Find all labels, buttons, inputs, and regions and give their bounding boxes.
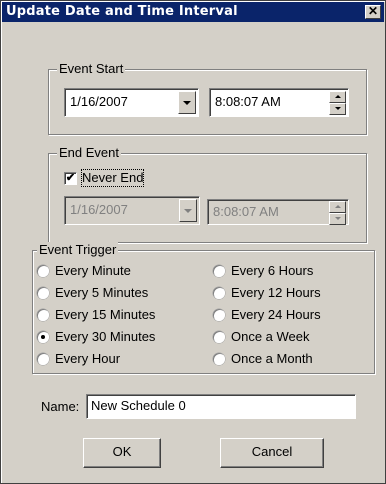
never-end-label[interactable]: Never End bbox=[80, 169, 145, 187]
spin-down-button[interactable] bbox=[329, 103, 346, 115]
arrow-up-icon bbox=[334, 95, 341, 98]
radio-label-every-6-hours[interactable]: Every 6 Hours bbox=[231, 263, 313, 279]
radio-label-once-a-month[interactable]: Once a Month bbox=[231, 351, 313, 367]
end-event-group: End Event ✔ Never End 1/16/2007 8:08:07 … bbox=[48, 145, 367, 243]
spin-up-button[interactable] bbox=[329, 91, 346, 103]
event-trigger-group: Event Trigger Every Minute Every 5 Minut… bbox=[32, 242, 375, 374]
radio-once-a-week[interactable] bbox=[213, 331, 225, 343]
radio-label-every-hour[interactable]: Every Hour bbox=[55, 351, 120, 367]
arrow-down-icon bbox=[334, 217, 341, 220]
arrow-up-icon bbox=[334, 205, 341, 208]
radio-every-24-hours[interactable] bbox=[213, 309, 225, 321]
cancel-button[interactable]: Cancel bbox=[220, 438, 324, 468]
window-title: Update Date and Time Interval bbox=[6, 4, 238, 19]
name-label: Name: bbox=[41, 399, 80, 414]
radio-every-30-minutes[interactable] bbox=[37, 331, 49, 343]
chevron-down-icon bbox=[183, 100, 191, 105]
radio-label-every-24-hours[interactable]: Every 24 Hours bbox=[231, 307, 321, 323]
radio-every-5-minutes[interactable] bbox=[37, 287, 49, 299]
event-start-legend: Event Start bbox=[57, 61, 126, 77]
dialog-window: Update Date and Time Interval ✕ Event St… bbox=[0, 0, 386, 484]
event-start-time-field[interactable]: 8:08:07 AM bbox=[209, 88, 349, 117]
spin-up-button[interactable] bbox=[329, 201, 346, 213]
arrow-down-icon bbox=[334, 107, 341, 110]
radio-label-every-12-hours[interactable]: Every 12 Hours bbox=[231, 285, 321, 301]
end-event-time-field[interactable]: 8:08:07 AM bbox=[207, 199, 349, 225]
name-input[interactable]: New Schedule 0 bbox=[86, 394, 356, 419]
radio-label-every-30-minutes[interactable]: Every 30 Minutes bbox=[55, 329, 155, 345]
radio-every-minute[interactable] bbox=[37, 265, 49, 277]
radio-label-every-15-minutes[interactable]: Every 15 Minutes bbox=[55, 307, 155, 323]
end-event-legend: End Event bbox=[57, 145, 121, 161]
spin-down-button[interactable] bbox=[329, 213, 346, 225]
radio-label-once-a-week[interactable]: Once a Week bbox=[231, 329, 310, 345]
radio-every-hour[interactable] bbox=[37, 353, 49, 365]
end-event-time-spinner[interactable] bbox=[329, 201, 346, 225]
radio-every-6-hours[interactable] bbox=[213, 265, 225, 277]
cancel-button-label: Cancel bbox=[251, 444, 293, 459]
end-event-date-value: 1/16/2007 bbox=[70, 202, 128, 217]
end-event-time-value: 8:08:07 AM bbox=[213, 204, 279, 219]
ok-button-label: OK bbox=[112, 444, 132, 459]
chevron-down-icon bbox=[184, 208, 192, 213]
never-end-checkbox[interactable]: ✔ bbox=[64, 172, 77, 185]
radio-every-15-minutes[interactable] bbox=[37, 309, 49, 321]
event-start-date-value: 1/16/2007 bbox=[70, 94, 128, 109]
end-event-date-dropdown-button[interactable] bbox=[179, 199, 197, 222]
radio-label-every-minute[interactable]: Every Minute bbox=[55, 263, 131, 279]
event-trigger-legend: Event Trigger bbox=[37, 242, 119, 258]
ok-button[interactable]: OK bbox=[83, 438, 161, 468]
radio-label-every-5-minutes[interactable]: Every 5 Minutes bbox=[55, 285, 148, 301]
radio-selected-dot bbox=[41, 335, 45, 339]
event-start-time-value: 8:08:07 AM bbox=[215, 94, 281, 109]
close-button[interactable]: ✕ bbox=[365, 5, 381, 19]
close-icon: ✕ bbox=[367, 4, 379, 18]
radio-once-a-month[interactable] bbox=[213, 353, 225, 365]
title-bar[interactable]: Update Date and Time Interval ✕ bbox=[2, 2, 384, 22]
event-start-group: Event Start 1/16/2007 8:08:07 AM bbox=[48, 61, 367, 135]
radio-every-12-hours[interactable] bbox=[213, 287, 225, 299]
event-start-time-spinner[interactable] bbox=[329, 91, 346, 115]
event-start-date-dropdown-button[interactable] bbox=[178, 91, 196, 114]
name-input-value: New Schedule 0 bbox=[91, 398, 186, 413]
